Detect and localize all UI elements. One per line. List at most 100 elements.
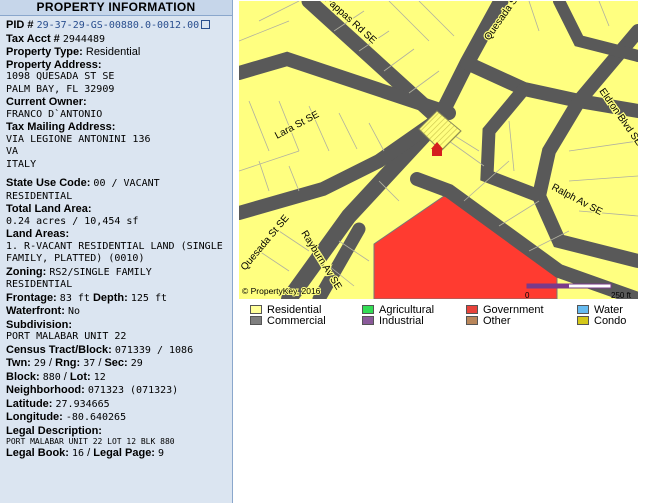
state-use-row: State Use Code: 00 / VACANT [6, 177, 228, 191]
longitude-label: Longitude: [6, 411, 63, 423]
legend-label-industrial: Industrial [379, 314, 424, 327]
legend-commercial: Commercial [250, 314, 326, 327]
tax-acct-value: 2944489 [62, 33, 106, 45]
legend-label-other: Other [483, 314, 511, 327]
legend-swatch-government [466, 305, 478, 314]
legend-swatch-agricultural [362, 305, 374, 314]
waterfront-value: No [67, 306, 80, 317]
legend-label-commercial: Commercial [267, 314, 326, 327]
parcel-map[interactable]: Pappas Rd SE Quesada St SE Lara St SE El… [239, 1, 638, 299]
waterfront-row: Waterfront: No [6, 305, 228, 319]
subdivision-value: PORT MALABAR UNIT 22 [6, 331, 127, 342]
legal-page-value: 9 [158, 448, 165, 459]
latitude-label: Latitude: [6, 397, 53, 410]
land-areas-line2: FAMILY, PLATTED) (0010) [6, 253, 145, 264]
longitude-value: -80.640265 [65, 412, 127, 423]
pid-label: PID # [6, 19, 34, 31]
legend-other: Other [466, 314, 511, 327]
address-line2: PALM BAY, FL 32909 [6, 83, 115, 95]
twn-label: Twn: [6, 357, 31, 369]
zoning-value-1: RS2/SINGLE FAMILY [49, 266, 152, 278]
mailing-line1: VIA LEGIONE ANTONINI 136 [6, 133, 151, 145]
legend-swatch-other [466, 316, 478, 325]
pid-row: PID # 29-37-29-GS-00880.0-0012.00 [6, 19, 228, 33]
legend-agricultural: Agricultural [362, 304, 434, 316]
land-area-value: 0.24 acres / 10,454 sf [6, 215, 139, 227]
twn-rng-sec-row: Twn: 29 / Rng: 37 / Sec: 29 [6, 357, 143, 369]
depth-value: 125 ft [130, 292, 167, 304]
zoning-value-2: RESIDENTIAL [6, 279, 73, 290]
address-line1: 1098 QUESADA ST SE [6, 71, 115, 82]
block-value: 880 [42, 371, 61, 383]
zoning-row: Zoning: RS2/SINGLE FAMILY [6, 266, 228, 280]
property-type-label: Property Type: [6, 46, 83, 58]
property-info-panel: PROPERTY INFORMATION PID # 29-37-29-GS-0… [0, 0, 233, 503]
waterfront-label: Waterfront: [6, 305, 65, 317]
rng-label: Rng: [55, 357, 81, 369]
census-value: 071339 / 1086 [114, 344, 194, 356]
lot-value: 12 [93, 371, 106, 383]
legend-industrial: Industrial [362, 314, 424, 327]
depth-label: Depth: [92, 291, 128, 304]
land-areas-line1: 1. R-VACANT RESIDENTIAL LAND (SINGLE [6, 240, 223, 252]
external-link-icon[interactable] [201, 20, 211, 29]
neighborhood-value: 071323 (071323) [87, 385, 179, 396]
legend-condo: Condo [577, 314, 627, 327]
census-row: Census Tract/Block: 071339 / 1086 [6, 344, 228, 358]
legal-page-label: Legal Page: [93, 447, 155, 459]
state-use-label: State Use Code: [6, 177, 91, 189]
legend-swatch-water [577, 305, 589, 314]
longitude-row: Longitude: -80.640265 [6, 411, 228, 425]
scale-end: 250 ft [611, 291, 632, 299]
property-type-row: Property Type: Residential [6, 46, 228, 59]
legend-water: Water [577, 304, 623, 316]
legal-book-page-row: Legal Book: 16 / Legal Page: 9 [6, 447, 165, 459]
sec-value: 29 [130, 358, 143, 369]
pid-link[interactable]: 29-37-29-GS-00880.0-0012.00 [37, 20, 200, 31]
census-label: Census Tract/Block: [6, 343, 112, 356]
scale-start: 0 [525, 291, 530, 299]
legal-book-label: Legal Book: [6, 447, 69, 459]
state-use-value-2: RESIDENTIAL [6, 190, 73, 202]
rng-value: 37 [83, 358, 96, 369]
address-label: Property Address: [6, 58, 102, 71]
tax-acct-row: Tax Acct # 2944489 [6, 33, 228, 47]
legend-government: Government [466, 304, 544, 316]
owner-value: FRANCO D`ANTONIO [6, 108, 103, 120]
land-area-label: Total Land Area: [6, 203, 92, 215]
block-lot-row: Block: 880 / Lot: 12 [6, 370, 106, 383]
legal-desc-value: PORT MALABAR UNIT 22 LOT 12 BLK 880 [6, 437, 175, 446]
mailing-label: Tax Mailing Address: [6, 121, 116, 133]
legend-swatch-commercial [250, 316, 262, 325]
property-type-value: Residential [85, 46, 141, 58]
tax-acct-label: Tax Acct # [6, 32, 60, 45]
twn-value: 29 [33, 358, 46, 369]
subdivision-label: Subdivision: [6, 318, 72, 331]
state-use-value-1: 00 / VACANT [93, 178, 160, 189]
frontage-label: Frontage: [6, 291, 57, 304]
owner-label: Current Owner: [6, 96, 87, 108]
legal-desc-label: Legal Description: [6, 424, 102, 437]
zoning-label: Zoning: [6, 265, 47, 278]
frontage-value: 83 ft [59, 292, 90, 304]
block-label: Block: [6, 370, 40, 383]
lot-label: Lot: [69, 370, 91, 383]
legend-swatch-industrial [362, 316, 374, 325]
map-copyright: © PropertyKey, 2016 [242, 286, 321, 296]
mailing-line3: ITALY [6, 158, 37, 170]
mailing-line2: VA [6, 146, 19, 157]
latitude-row: Latitude: 27.934665 [6, 398, 228, 412]
neighborhood-label: Neighborhood: [6, 384, 85, 396]
legend-residential: Residential [250, 304, 321, 316]
neighborhood-row: Neighborhood: 071323 (071323) [6, 384, 228, 398]
latitude-value: 27.934665 [55, 398, 110, 410]
sec-label: Sec: [104, 357, 128, 369]
legend-swatch-condo [577, 316, 589, 325]
legend-label-condo: Condo [594, 314, 627, 327]
panel-title: PROPERTY INFORMATION [0, 0, 232, 16]
land-areas-label: Land Areas: [6, 228, 70, 240]
legal-book-value: 16 [72, 448, 85, 459]
frontage-row: Frontage: 83 ft Depth: 125 ft [6, 292, 228, 306]
map-canvas[interactable]: Pappas Rd SE Quesada St SE Lara St SE El… [239, 1, 638, 299]
legend-swatch-residential [250, 305, 262, 314]
